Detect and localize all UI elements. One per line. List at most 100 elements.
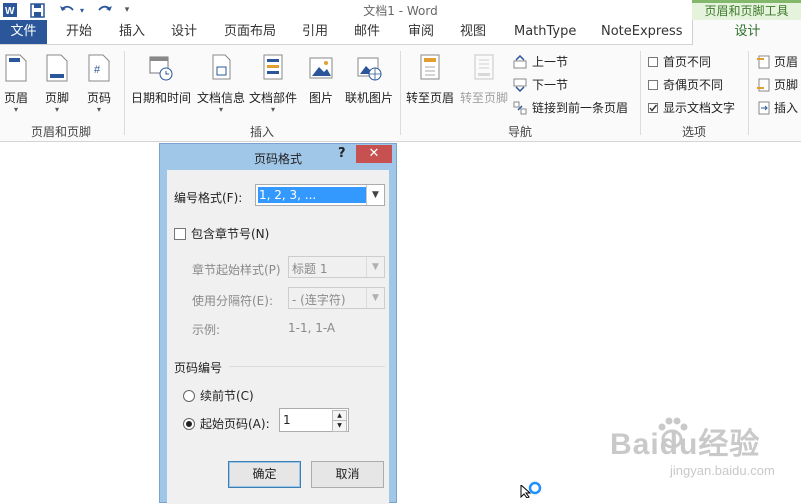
section-divider <box>229 366 385 367</box>
next-section-icon <box>513 78 527 92</box>
chevron-down-icon: ▾ <box>13 105 18 114</box>
online-picture-button[interactable]: 联机图片 <box>344 53 394 106</box>
chevron-down-icon[interactable]: ▼ <box>366 257 384 277</box>
group-label-header-footer: 页眉和页脚 <box>30 125 91 139</box>
number-format-select[interactable]: 1, 2, 3, ... ▼ <box>255 184 385 206</box>
doc-info-button[interactable]: 文档信息 ▾ <box>196 53 246 114</box>
tab-header-footer-design[interactable]: 设计 <box>692 20 801 45</box>
spin-down-icon[interactable]: ▼ <box>332 420 347 432</box>
chevron-down-icon[interactable]: ▼ <box>366 288 384 308</box>
ribbon: 页眉 ▾ 页脚 ▾ # 页码 ▾ 页眉和页脚 日期和时间 文档信息 ▾ 文档部件… <box>0 45 801 142</box>
date-time-button[interactable]: 日期和时间 <box>130 53 192 106</box>
start-at-input[interactable]: 1 <box>283 413 291 427</box>
different-first-page-checkbox[interactable]: 首页不同 <box>648 53 711 70</box>
header-icon <box>5 54 27 82</box>
example-label: 示例: <box>192 323 221 337</box>
chevron-down-icon[interactable]: ▼ <box>366 185 384 205</box>
previous-section-icon <box>513 54 527 68</box>
doc-parts-icon <box>263 54 283 80</box>
goto-header-button[interactable]: 转至页眉 <box>404 53 456 106</box>
group-separator <box>124 51 125 135</box>
chapter-style-label: 章节起始样式(P) <box>192 263 281 277</box>
watermark-brand: Baidu经验 <box>610 428 761 461</box>
group-label-navigation: 导航 <box>507 125 532 139</box>
tab-mathtype[interactable]: MathType <box>514 20 576 44</box>
help-icon[interactable]: ? <box>338 146 346 161</box>
show-doc-text-checkbox[interactable]: 显示文档文字 <box>648 99 735 116</box>
tab-home[interactable]: 开始 <box>66 20 92 44</box>
goto-footer-icon <box>474 54 494 80</box>
footer-icon <box>46 54 68 82</box>
tab-mailings[interactable]: 邮件 <box>354 20 380 44</box>
busy-spinner-icon <box>528 481 542 495</box>
checkbox-unchecked[interactable] <box>648 79 658 90</box>
link-to-previous-button[interactable]: 链接到前一条页眉 <box>513 99 628 116</box>
previous-section-button[interactable]: 上一节 <box>513 53 568 70</box>
checkbox-unchecked[interactable] <box>174 227 186 240</box>
footer-from-bottom[interactable]: 页脚 <box>756 76 798 93</box>
ok-button[interactable]: 确定 <box>228 461 301 488</box>
close-button[interactable]: ✕ <box>356 145 392 163</box>
window-title: 文档1 - Word <box>363 4 438 18</box>
group-separator <box>640 51 641 135</box>
title-bar: W ▾ ▾ 文档1 - Word 页眉和页脚工具 <box>0 0 801 20</box>
picture-button[interactable]: 图片 <box>306 53 336 106</box>
dialog-title-bar[interactable]: 页码格式 ? ✕ <box>160 144 396 170</box>
chevron-down-icon: ▾ <box>270 105 275 114</box>
tab-view[interactable]: 视图 <box>460 20 486 44</box>
page-number-button[interactable]: # 页码 ▾ <box>84 53 114 114</box>
dialog-body: 编号格式(F): 1, 2, 3, ... ▼ 包含章节号(N) 章节起始样式(… <box>167 170 389 504</box>
page-numbering-section-label: 页码编号 <box>174 361 223 375</box>
different-odd-even-checkbox[interactable]: 奇偶页不同 <box>648 76 723 93</box>
start-at-radio[interactable]: 起始页码(A): <box>183 415 270 432</box>
tab-insert[interactable]: 插入 <box>119 20 145 44</box>
tab-noteexpress[interactable]: NoteExpress <box>601 20 683 44</box>
ribbon-tabs: 文件 开始 插入 设计 页面布局 引用 邮件 审阅 视图 MathType No… <box>0 20 801 45</box>
chevron-down-icon: ▾ <box>96 105 101 114</box>
insert-alignment-tab[interactable]: 插入 <box>756 99 798 116</box>
checkbox-unchecked[interactable] <box>648 56 658 67</box>
svg-text:#: # <box>94 64 101 76</box>
chapter-style-select[interactable]: 标题 1 ▼ <box>288 256 385 278</box>
tab-references[interactable]: 引用 <box>302 20 328 44</box>
radio-selected[interactable] <box>183 417 195 430</box>
footer-bottom-icon <box>757 78 770 91</box>
chevron-down-icon: ▾ <box>54 105 59 114</box>
group-separator <box>400 51 401 135</box>
baidu-watermark: Baidu经验 jingyan.baidu.com <box>610 405 795 493</box>
checkbox-checked[interactable] <box>648 102 658 113</box>
header-from-top[interactable]: 页眉 <box>756 53 798 70</box>
next-section-button[interactable]: 下一节 <box>513 76 568 93</box>
radio-unselected[interactable] <box>183 389 195 402</box>
checkmark-icon <box>649 104 658 112</box>
chevron-down-icon: ▾ <box>218 105 223 114</box>
watermark-url: jingyan.baidu.com <box>670 463 775 478</box>
goto-footer-button[interactable]: 转至页脚 <box>458 53 510 106</box>
number-format-label: 编号格式(F): <box>174 191 243 205</box>
tab-page-layout[interactable]: 页面布局 <box>224 20 276 44</box>
tab-review[interactable]: 审阅 <box>408 20 434 44</box>
separator-select[interactable]: - (连字符) ▼ <box>288 287 385 309</box>
page-number-format-dialog: 页码格式 ? ✕ 编号格式(F): 1, 2, 3, ... ▼ 包含章节号(N… <box>159 143 397 504</box>
header-footer-tools-label: 页眉和页脚工具 <box>692 0 801 20</box>
header-button[interactable]: 页眉 ▾ <box>2 53 30 114</box>
start-at-spinner[interactable]: 1 ▲ ▼ <box>279 408 349 432</box>
doc-info-icon <box>212 54 231 80</box>
tab-file[interactable]: 文件 <box>0 20 47 44</box>
link-icon <box>513 101 527 114</box>
alignment-tab-icon <box>758 101 770 114</box>
group-label-insert: 插入 <box>249 125 274 139</box>
include-chapter-checkbox[interactable]: 包含章节号(N) <box>174 225 269 242</box>
picture-icon <box>309 57 333 79</box>
doc-parts-button[interactable]: 文档部件 ▾ <box>248 53 298 114</box>
calendar-clock-icon <box>149 56 173 81</box>
group-separator <box>748 51 749 135</box>
page-number-icon: # <box>88 54 110 82</box>
tab-design-doc[interactable]: 设计 <box>171 20 197 44</box>
example-value: 1-1, 1-A <box>288 321 336 335</box>
online-picture-icon <box>357 57 382 81</box>
header-top-icon <box>757 55 770 68</box>
continue-previous-radio[interactable]: 续前节(C) <box>183 387 254 404</box>
footer-button[interactable]: 页脚 ▾ <box>42 53 72 114</box>
cancel-button[interactable]: 取消 <box>311 461 384 488</box>
